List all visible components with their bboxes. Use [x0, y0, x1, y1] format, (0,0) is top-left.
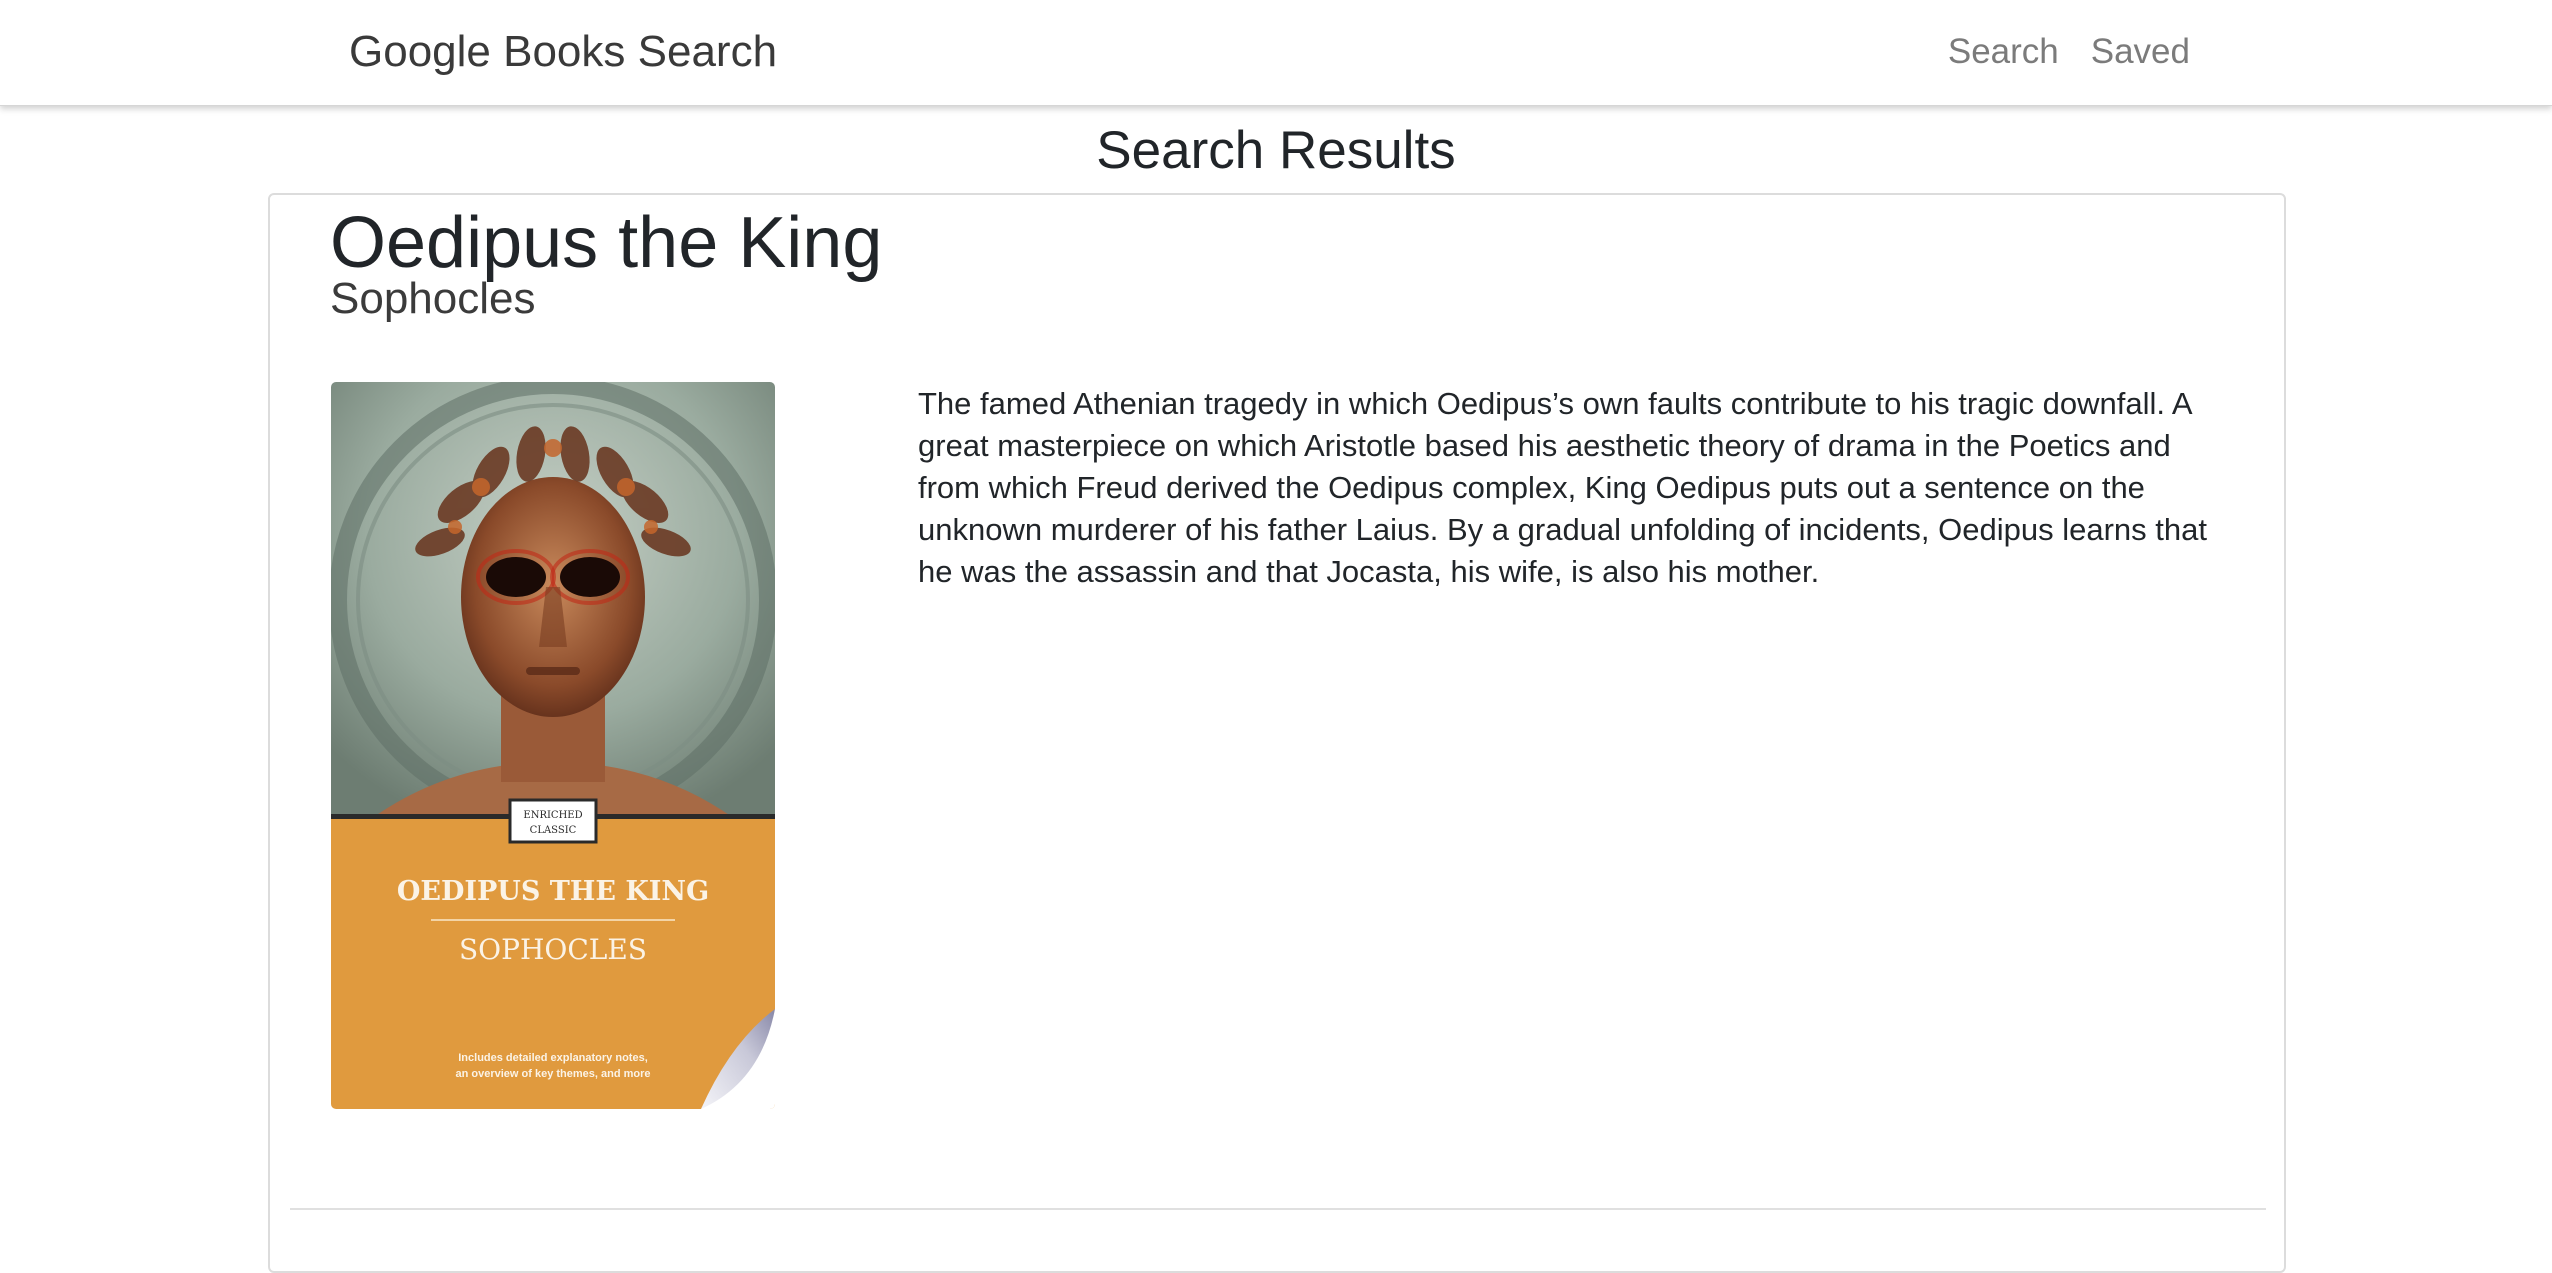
cover-badge-line2: CLASSIC [530, 825, 577, 836]
brand-link[interactable]: Google Books Search [349, 24, 777, 80]
book-cover-image[interactable]: ENRICHED CLASSIC OEDIPUS THE KING SOPHOC… [331, 382, 775, 1109]
page-title: Search Results [1096, 121, 1456, 180]
cover-badge-line1: ENRICHED [523, 810, 582, 821]
book-author: Sophocles [330, 274, 536, 323]
cover-tagline-line2: an overview of key themes, and more [455, 1068, 650, 1080]
nav-link-search[interactable]: Search [1948, 28, 2059, 76]
search-results-card: Oedipus the King Sophocles ENRICHED CLAS… [268, 193, 2286, 1273]
divider [290, 1208, 2266, 1210]
nav-links: Search Saved [1948, 28, 2190, 76]
book-description: The famed Athenian tragedy in which Oedi… [918, 386, 2207, 589]
cover-author: SOPHOCLES [459, 933, 647, 966]
cover-title: OEDIPUS THE KING [397, 876, 709, 907]
navbar: Google Books Search Search Saved [0, 0, 2552, 106]
nav-link-saved[interactable]: Saved [2091, 28, 2190, 76]
cover-tagline-line1: Includes detailed explanatory notes, [458, 1052, 648, 1064]
